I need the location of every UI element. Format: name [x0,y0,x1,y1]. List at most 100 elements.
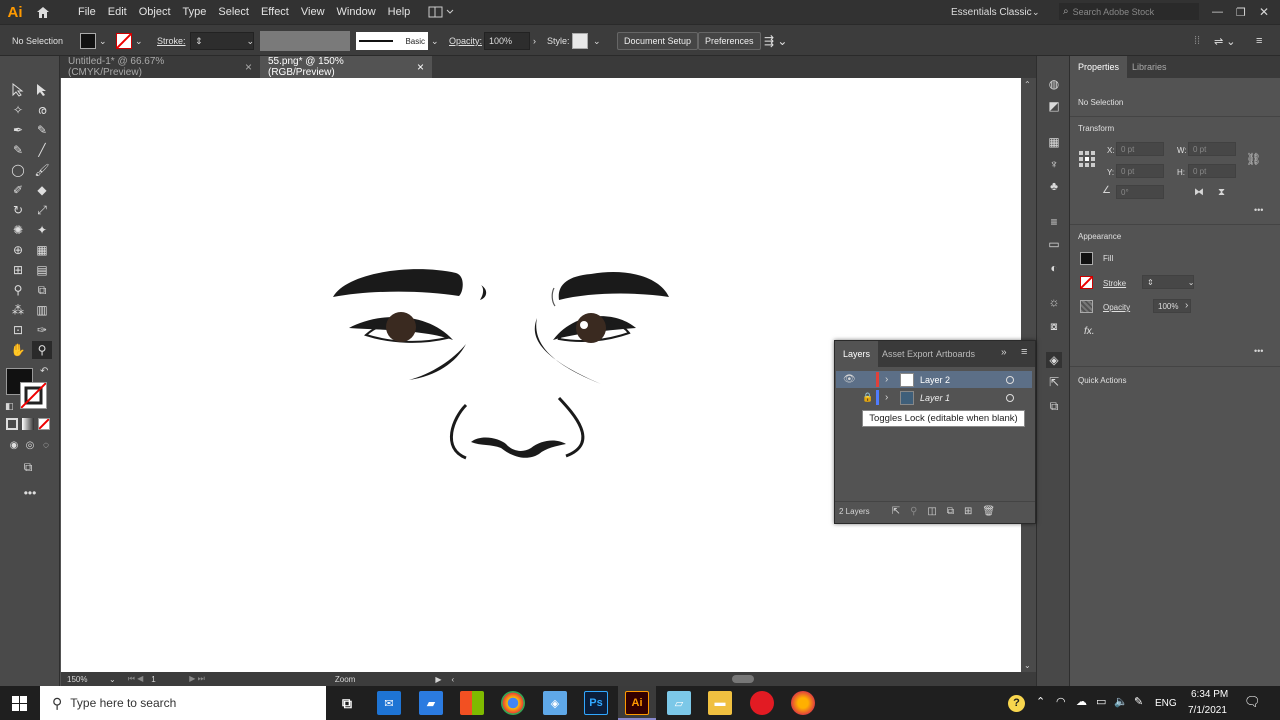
windows-start-icon[interactable] [12,696,27,711]
blend-tool-icon[interactable]: ⧉ [32,281,52,299]
stroke-dropdown-icon[interactable]: ⌄ [135,36,143,47]
home-icon[interactable] [30,6,56,19]
locate-object-icon[interactable]: ⚲ [910,506,917,517]
type-tool-icon[interactable]: ✎ [8,141,28,159]
slice-tool-icon[interactable]: ✑ [32,321,52,339]
stroke-weight-field[interactable]: ⇕ ⌄ [190,32,254,50]
workspace-switcher[interactable]: Essentials Classic [951,7,1032,18]
volume-icon[interactable]: 🔈 [1114,695,1128,708]
close-tab-icon[interactable]: × [245,60,252,74]
appearance-more-button[interactable]: ••• [1254,346,1263,356]
opacity-label[interactable]: Opacity: [449,25,482,57]
brush-definition[interactable]: Basic [356,32,428,50]
default-colors-icon[interactable]: ◧ [5,401,14,412]
layer-name[interactable]: Layer 1 [920,393,950,403]
x-field[interactable]: 0 pt [1116,142,1164,156]
workspace-chevron-icon[interactable]: ⌄ [1032,7,1040,18]
visibility-eye-icon[interactable]: 👁 [843,374,856,385]
fill-swatch[interactable] [80,33,96,49]
variable-width-profile[interactable] [260,31,350,51]
rotate-tool-icon[interactable]: ↻ [8,201,28,219]
shape-builder-tool-icon[interactable]: ⊕ [8,241,28,259]
color-guide-icon[interactable]: ◩ [1046,98,1062,114]
eyedropper-tool-icon[interactable]: ⚲ [8,281,28,299]
scale-tool-icon[interactable]: ⤢ [32,201,52,219]
azure-app-icon[interactable]: ▰ [419,691,443,715]
color-mode-icon[interactable] [6,418,18,430]
target-circle-icon[interactable] [1006,375,1014,384]
menu-effect[interactable]: Effect [255,0,295,24]
layers-panel-icon[interactable]: ◈ [1046,352,1062,368]
direct-selection-tool-icon[interactable] [32,81,52,99]
menu-window[interactable]: Window [331,0,382,24]
swap-colors-icon[interactable]: ↶ [40,366,48,377]
cloud-icon[interactable]: ☁ [1076,695,1087,708]
pen-tool-icon[interactable]: ✒ [8,121,28,139]
props-stroke-weight-field[interactable]: ⇕ ⌄ [1142,275,1194,289]
rotate-field[interactable]: 0° [1116,185,1164,199]
illustrator-icon[interactable]: Ai [625,691,649,715]
perspective-grid-tool-icon[interactable]: ▦ [32,241,52,259]
asset-export-icon[interactable]: ⇱ [1046,374,1062,390]
arrange-documents-icon[interactable] [428,6,454,18]
color-panel-icon[interactable]: ◍ [1046,76,1062,92]
warp-tool-icon[interactable]: ✺ [8,221,28,239]
align-icon[interactable]: ⁞⁞ [1194,25,1200,57]
photoshop-icon[interactable]: Ps [584,691,608,715]
task-view-icon[interactable]: ⧉ [335,691,359,715]
opacity-expand-icon[interactable]: › [1185,300,1188,311]
screen-mode-icon[interactable]: ⧉ [18,458,38,476]
chrome-icon[interactable] [501,691,525,715]
stroke-label[interactable]: Stroke: [157,25,186,57]
magic-wand-tool-icon[interactable]: ✧ [8,101,28,119]
clock-time[interactable]: 6:34 PM [1191,689,1228,700]
selection-tool-icon[interactable] [8,81,28,99]
transparency-icon[interactable]: ◐ [1046,260,1062,276]
opacity-arrow-icon[interactable]: › [533,36,536,46]
status-arrow-icon[interactable]: ▶ [435,675,441,684]
menu-select[interactable]: Select [212,0,255,24]
tab-artboards[interactable]: Artboards [936,341,975,367]
taskbar-search-box[interactable]: ⚲ Type here to search [40,686,326,720]
clock-date[interactable]: 7/1/2021 [1188,705,1227,716]
reference-point-icon[interactable] [1079,151,1095,167]
delete-layer-icon[interactable]: 🗑 [982,506,995,517]
store-app-icon[interactable] [460,691,484,715]
opera-icon[interactable] [750,691,774,715]
stroke-swatch[interactable] [116,33,132,49]
edit-toolbar-icon[interactable]: ••• [20,484,40,502]
shaper-tool-icon[interactable]: ✐ [8,181,28,199]
gradient-panel-icon[interactable]: ▭ [1046,236,1062,252]
brushes-icon[interactable]: ♆ [1046,156,1062,172]
stock-search-box[interactable]: ⌕ Search Adobe Stock [1059,3,1199,20]
close-tab-icon[interactable]: × [417,60,424,74]
menu-file[interactable]: File [72,0,102,24]
file-explorer-icon[interactable]: ▬ [708,691,732,715]
3d-viewer-icon[interactable]: ◈ [543,691,567,715]
brush-dropdown-icon[interactable]: ⌄ [431,36,439,47]
draw-inside-icon[interactable]: ◌ [36,436,56,454]
zoom-tool-icon[interactable]: ⚲ [32,341,52,359]
stroke-panel-icon[interactable]: ≡ [1046,214,1062,230]
minimize-button[interactable]: — [1212,6,1223,18]
tab-asset-export[interactable]: Asset Export [882,341,933,367]
help-icon[interactable]: ? [1008,695,1025,712]
document-setup-button[interactable]: Document Setup [617,32,699,50]
expand-layer-icon[interactable]: › [885,392,888,403]
curvature-tool-icon[interactable]: ✎ [32,121,52,139]
restore-button[interactable]: ❐ [1236,6,1246,19]
wifi-icon[interactable]: ◠ [1056,695,1066,708]
puppet-warp-tool-icon[interactable]: ✦ [32,221,52,239]
stroke-color-box[interactable] [20,382,47,409]
next-artboard-icon[interactable]: ▶ ⏭ [189,674,205,684]
swatches-icon[interactable]: ▦ [1046,134,1062,150]
scroll-up-icon[interactable]: ⌃ [1024,80,1031,89]
notes-app-icon[interactable]: ▱ [667,691,691,715]
style-swatch[interactable] [572,33,588,49]
lock-icon[interactable]: 🔒 [862,392,873,403]
opacity-link[interactable]: Opacity [1103,303,1130,312]
symbol-sprayer-tool-icon[interactable]: ⁂ [8,301,28,319]
column-graph-tool-icon[interactable]: ▥ [32,301,52,319]
control-menu-icon[interactable]: ≡ [1256,25,1262,57]
notification-icon[interactable]: 🗨 [1244,694,1261,710]
